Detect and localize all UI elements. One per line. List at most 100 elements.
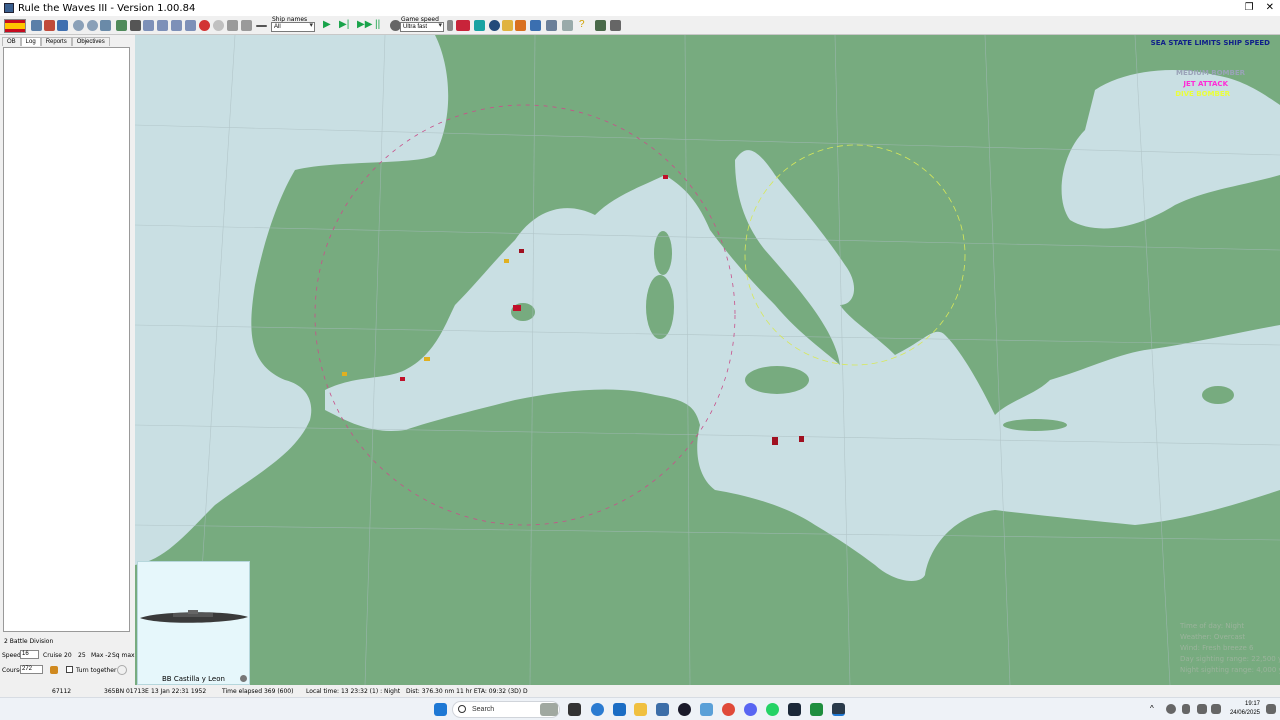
ship-marker: [504, 259, 509, 263]
status-position: 365BN 01713E: [104, 688, 149, 695]
ultra-speed-icon[interactable]: [456, 20, 470, 31]
ship-marker: [342, 372, 347, 376]
measure-icon[interactable]: [100, 20, 111, 31]
ring-2-icon[interactable]: [157, 20, 168, 31]
nation-flag-icon[interactable]: [4, 19, 26, 33]
settings-icon[interactable]: [57, 20, 68, 31]
weather-night-sighting: Night sighting range: 4,000 yds: [1180, 666, 1280, 674]
cruise-value-1[interactable]: 20: [64, 652, 72, 659]
target-icon[interactable]: [199, 20, 210, 31]
ship-names-select[interactable]: All: [271, 22, 315, 32]
widgets-icon[interactable]: [540, 703, 558, 716]
file-explorer-icon[interactable]: [634, 703, 647, 716]
notes-icon[interactable]: [502, 20, 513, 31]
notification-icon[interactable]: [1266, 704, 1276, 714]
app-icon: [4, 3, 14, 13]
whatsapp-icon[interactable]: [766, 703, 779, 716]
gun-icon[interactable]: [130, 20, 141, 31]
mine-icon[interactable]: [241, 20, 252, 31]
torpedo-icon[interactable]: [227, 20, 238, 31]
print-icon[interactable]: [610, 20, 621, 31]
pencil-icon[interactable]: [50, 666, 58, 674]
steam-icon[interactable]: [788, 703, 801, 716]
speed-spinner-icon[interactable]: [447, 20, 453, 31]
cyprus-island: [1202, 386, 1234, 404]
clock-time[interactable]: 19:17: [1228, 701, 1260, 707]
network-icon[interactable]: [1166, 704, 1176, 714]
store-icon[interactable]: [613, 703, 626, 716]
status-turn: 67112: [52, 688, 72, 695]
game-speed-select[interactable]: Ultra fast: [400, 22, 444, 32]
discord-icon[interactable]: [744, 703, 757, 716]
save-icon[interactable]: [31, 20, 42, 31]
course-input[interactable]: 272: [20, 665, 43, 674]
globe-icon[interactable]: [489, 20, 500, 31]
ring-4-icon[interactable]: [185, 20, 196, 31]
ship-settings-icon[interactable]: [240, 675, 247, 682]
anchor-icon[interactable]: [515, 20, 526, 31]
rule-the-waves-taskbar-icon[interactable]: [832, 703, 845, 716]
ring-1-icon[interactable]: [143, 20, 154, 31]
sicily-island: [745, 366, 809, 394]
wifi-icon[interactable]: [1197, 704, 1207, 714]
max-label[interactable]: Max -2: [91, 652, 111, 659]
edge-icon[interactable]: [591, 703, 604, 716]
app-icon-3[interactable]: [700, 703, 713, 716]
compass-icon[interactable]: [117, 665, 127, 675]
legend-jet-attack: JET ATTACK: [1183, 80, 1228, 88]
play-icon[interactable]: ▶: [323, 20, 334, 31]
log-list[interactable]: [3, 47, 130, 632]
ship-marker: [400, 377, 405, 381]
scissors-icon[interactable]: [562, 20, 573, 31]
move-icon[interactable]: [530, 20, 541, 31]
ship-marker: [513, 305, 521, 311]
division-name: 2 Battle Division: [4, 638, 54, 645]
app-icon-2[interactable]: [678, 703, 691, 716]
app-icon-4[interactable]: [810, 703, 823, 716]
close-button[interactable]: ✕: [1266, 2, 1274, 13]
speed-input[interactable]: 16: [20, 650, 39, 659]
turn-together-checkbox[interactable]: [66, 666, 73, 673]
ring-3-icon[interactable]: [171, 20, 182, 31]
weather-time-of-day: Time of day: Night: [1180, 622, 1245, 630]
load-icon[interactable]: [44, 20, 55, 31]
start-windows-icon[interactable]: [434, 703, 447, 716]
formation-icon[interactable]: [116, 20, 127, 31]
chrome-icon[interactable]: [722, 703, 735, 716]
no-entry-icon[interactable]: [213, 20, 224, 31]
title-bar: Rule the Waves III - Version 1.00.84 ❐ ✕: [0, 0, 1280, 16]
restore-button[interactable]: ❐: [1245, 2, 1254, 13]
cruise-value-2[interactable]: 25: [78, 652, 86, 659]
fast-forward-icon[interactable]: ▶▶: [357, 20, 372, 31]
map-icon[interactable]: [474, 20, 485, 31]
task-view-icon[interactable]: [568, 703, 581, 716]
report-icon[interactable]: [595, 20, 606, 31]
strategic-map[interactable]: SEA STATE LIMITS SHIP SPEED MEDIUM BOMBE…: [135, 35, 1280, 685]
ship-name: BB Castilla y Leon: [162, 675, 225, 683]
black-sea: [1061, 70, 1280, 229]
ship-silhouette: [140, 610, 248, 623]
zoom-in-icon[interactable]: [73, 20, 84, 31]
tray-chevron-up-icon[interactable]: ^: [1150, 705, 1158, 713]
status-elapsed: Time elapsed 369 (600): [222, 688, 294, 695]
line-icon[interactable]: [256, 25, 267, 27]
location-icon[interactable]: [1182, 704, 1190, 714]
step-icon[interactable]: ▶|: [339, 20, 350, 31]
sq-max-label[interactable]: Sq max: [112, 652, 135, 659]
help-icon[interactable]: ?: [579, 20, 590, 31]
zoom-out-icon[interactable]: [87, 20, 98, 31]
sardinia-island: [646, 275, 674, 339]
status-bar: 67112 365BN 01713E 13 Jan 22:31 1952 Tim…: [0, 685, 1280, 697]
app-icon-1[interactable]: [656, 703, 669, 716]
search-icon: [458, 705, 466, 713]
pause-icon[interactable]: ||: [375, 20, 386, 31]
weather-condition: Weather: Overcast: [1180, 633, 1246, 641]
split-icon[interactable]: [546, 20, 557, 31]
weather-wind: Wind: Fresh breeze 6: [1180, 644, 1254, 652]
tab-log[interactable]: Log: [20, 37, 41, 46]
tab-ob[interactable]: OB: [2, 37, 21, 46]
tab-reports[interactable]: Reports: [40, 37, 72, 46]
tab-objectives[interactable]: Objectives: [71, 37, 110, 46]
clock-date[interactable]: 24/06/2025: [1220, 710, 1260, 716]
ship-card[interactable]: BB Castilla y Leon: [137, 561, 250, 685]
